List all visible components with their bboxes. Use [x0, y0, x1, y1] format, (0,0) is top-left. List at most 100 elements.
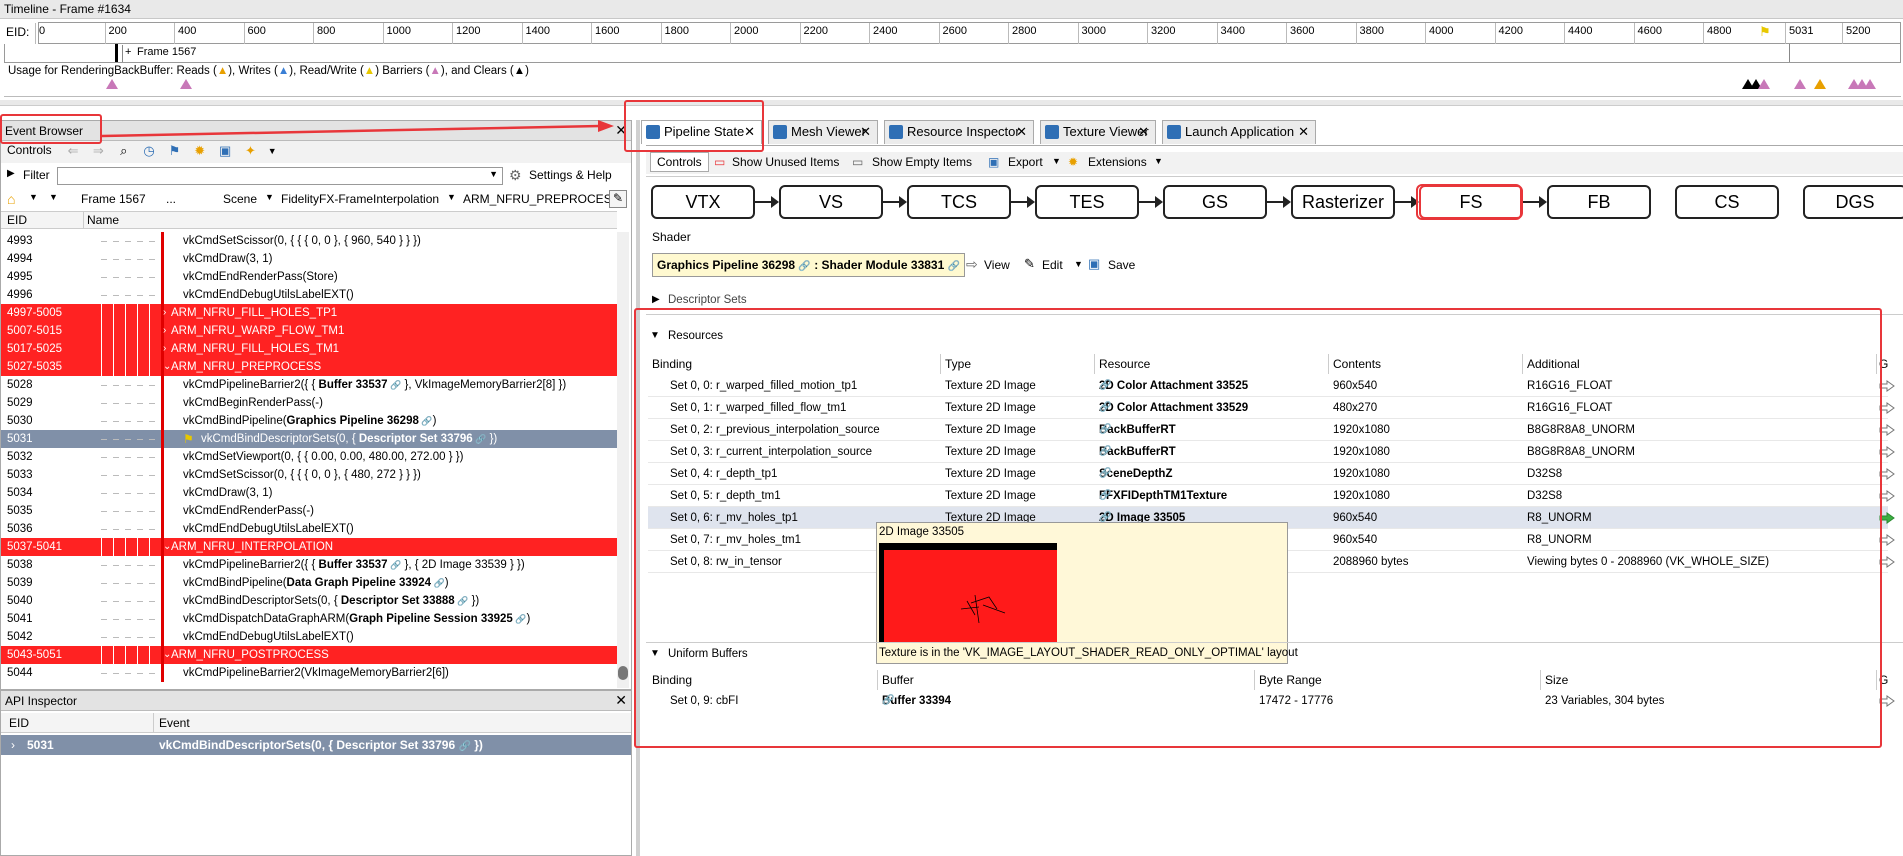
go-arrow-icon[interactable] — [1879, 402, 1895, 414]
uniform-buffers-label[interactable]: Uniform Buffers — [668, 648, 748, 660]
settings-gear-icon[interactable]: ✹ — [192, 143, 208, 159]
resource-row[interactable]: Set 0, 4: r_depth_tp1 Texture 2D Image Sce… — [648, 463, 1895, 485]
column-byte-range[interactable]: Byte Range — [1255, 670, 1541, 690]
column-additional[interactable]: Additional — [1523, 354, 1877, 374]
event-row[interactable]: 5039 vkCmdBindPipeline(Data Graph Pipelin… — [1, 574, 617, 592]
link-icon[interactable]: 🔗 — [431, 578, 445, 588]
event-row[interactable]: 5041 vkCmdDispatchDataGraphARM(Graph Pipe… — [1, 610, 617, 628]
tab-pipeline-state[interactable]: Pipeline State ✕ — [641, 120, 762, 144]
stage-fs[interactable]: FS — [1419, 185, 1523, 219]
close-icon[interactable]: ✕ — [744, 121, 755, 143]
close-icon[interactable]: ✕ — [615, 692, 627, 709]
column-contents[interactable]: Contents — [1329, 354, 1523, 374]
close-icon[interactable]: ✕ — [1016, 121, 1027, 143]
column-resource[interactable]: Resource — [1095, 354, 1329, 374]
resource-row[interactable]: Set 0, 1: r_warped_filled_flow_tm1 Textur… — [648, 397, 1895, 419]
event-row[interactable]: 5028 vkCmdPipelineBarrier2({ { Buffer 335… — [1, 376, 617, 394]
link-icon[interactable]: 🔗 — [1099, 485, 1111, 507]
chevron-down-icon[interactable]: ▼ — [49, 192, 58, 202]
column-type[interactable]: Type — [941, 354, 1095, 374]
expand-icon[interactable]: ▶ — [652, 294, 660, 305]
descriptor-sets-label[interactable]: Descriptor Sets — [668, 294, 747, 306]
expand-icon[interactable]: › — [11, 735, 15, 755]
event-row[interactable]: 5038 vkCmdPipelineBarrier2({ { Buffer 335… — [1, 556, 617, 574]
tab-launch-application[interactable]: Launch Application ✕ — [1162, 120, 1316, 144]
event-row[interactable]: 5042 vkCmdEndDebugUtilsLabelEXT() — [1, 628, 617, 646]
link-icon[interactable]: 🔗 — [948, 261, 960, 272]
link-icon[interactable]: 🔗 — [1099, 375, 1111, 397]
event-marker-row[interactable]: 5027-5035 ⌄ ARM_NFRU_PREPROCESS — [1, 358, 617, 376]
column-go[interactable]: Go — [1877, 670, 1888, 690]
column-size[interactable]: Size — [1541, 670, 1877, 690]
chevron-down-icon[interactable]: ▼ — [265, 192, 274, 202]
breadcrumb-current[interactable]: ARM_NFRU_PREPROCESS — [463, 192, 620, 206]
link-icon[interactable]: 🔗 — [388, 380, 401, 390]
chevron-down-icon[interactable]: ▼ — [447, 192, 456, 202]
show-unused-button[interactable]: Show Unused Items — [732, 155, 839, 169]
event-marker-row[interactable]: 5037-5041 ⌄ ARM_NFRU_INTERPOLATION — [1, 538, 617, 556]
link-icon[interactable]: 🔗 — [798, 261, 810, 272]
column-event[interactable]: Event — [159, 716, 190, 730]
close-icon[interactable]: ✕ — [860, 121, 871, 143]
edit-icon[interactable]: ✎ — [609, 190, 627, 208]
go-arrow-icon[interactable] — [1879, 446, 1895, 458]
link-icon[interactable]: 🔗 — [455, 596, 468, 606]
save-icon[interactable]: ▣ — [217, 143, 233, 159]
api-row[interactable]: › 5031 vkCmdBindDescriptorSets(0, { Desc… — [1, 735, 631, 755]
expand-icon[interactable]: ▶ — [7, 168, 15, 179]
collapse-icon[interactable]: ▼ — [650, 648, 660, 659]
settings-help-button[interactable]: Settings & Help — [529, 168, 612, 182]
current-event-flag-icon[interactable]: ⚑ — [1759, 24, 1771, 40]
chevron-down-icon[interactable]: ▼ — [1154, 156, 1163, 166]
stage-rasterizer[interactable]: Rasterizer — [1291, 185, 1395, 219]
save-button[interactable]: Save — [1108, 258, 1135, 272]
go-arrow-icon[interactable] — [1879, 556, 1895, 568]
splitter[interactable] — [636, 120, 640, 856]
expand-icon[interactable]: › — [163, 304, 166, 322]
event-row[interactable]: 4993 vkCmdSetScissor(0, { { { 0, 0 }, { 9… — [1, 232, 617, 250]
extensions-button[interactable]: Extensions — [1088, 155, 1147, 169]
go-arrow-icon[interactable] — [1879, 512, 1895, 524]
export-button[interactable]: Export — [1008, 155, 1043, 169]
breadcrumb-fidelity[interactable]: FidelityFX-FrameInterpolation — [281, 192, 439, 206]
stage-vs[interactable]: VS — [779, 185, 883, 219]
link-icon[interactable]: 🔗 — [513, 614, 526, 624]
link-icon[interactable]: 🔗 — [1099, 397, 1111, 419]
stage-gs[interactable]: GS — [1163, 185, 1267, 219]
shader-field[interactable]: Graphics Pipeline 36298 🔗 : Shader Modul… — [652, 253, 966, 277]
event-row[interactable]: 5035 vkCmdEndRenderPass(-) — [1, 502, 617, 520]
go-arrow-icon[interactable] — [1879, 468, 1895, 480]
event-row[interactable]: 4994 vkCmdDraw(3, 1) — [1, 250, 617, 268]
link-icon[interactable]: 🔗 — [473, 434, 486, 444]
event-row[interactable]: 5034 vkCmdDraw(3, 1) — [1, 484, 617, 502]
go-arrow-icon[interactable] — [1879, 380, 1895, 392]
column-eid[interactable]: EID — [7, 213, 27, 227]
scrollbar-thumb[interactable] — [618, 666, 628, 680]
stage-tes[interactable]: TES — [1035, 185, 1139, 219]
column-binding[interactable]: Binding — [648, 670, 878, 690]
event-row[interactable]: 5030 vkCmdBindPipeline(Graphics Pipeline … — [1, 412, 617, 430]
event-row[interactable]: 4996 vkCmdEndDebugUtilsLabelEXT() — [1, 286, 617, 304]
chevron-down-icon[interactable]: ▼ — [489, 169, 498, 179]
link-icon[interactable]: 🔗 — [1099, 419, 1111, 441]
bookmark-icon[interactable]: ⚑ — [166, 143, 182, 159]
home-icon[interactable]: ⌂ — [7, 191, 15, 207]
star-icon[interactable]: ✦ — [242, 143, 258, 159]
stage-tcs[interactable]: TCS — [907, 185, 1011, 219]
event-row[interactable]: 5044 vkCmdPipelineBarrier2(VkImageMemoryB… — [1, 664, 617, 682]
resource-row[interactable]: Set 0, 2: r_previous_interpolation_sourc… — [648, 419, 1895, 441]
event-row[interactable]: 5036 vkCmdEndDebugUtilsLabelEXT() — [1, 520, 617, 538]
resource-row[interactable]: Set 0, 5: r_depth_tm1 Texture 2D Image FFX… — [648, 485, 1895, 507]
column-go[interactable]: Go — [1877, 354, 1888, 374]
forward-arrow-icon[interactable]: ⇒ — [90, 143, 106, 159]
event-row[interactable]: 5029 vkCmdBeginRenderPass(-) — [1, 394, 617, 412]
event-marker-row[interactable]: 5007-5015 › ARM_NFRU_WARP_FLOW_TM1 — [1, 322, 617, 340]
timeline-ruler[interactable]: 0 200 400 600 800 1000 1200 1400 1600 1800 2000 220… — [35, 22, 1901, 44]
column-buffer[interactable]: Buffer — [878, 670, 1255, 690]
column-binding[interactable]: Binding — [648, 354, 941, 374]
breadcrumb-scene[interactable]: Scene — [223, 192, 257, 206]
column-eid[interactable]: EID — [9, 716, 29, 730]
event-scrollbar[interactable] — [617, 232, 629, 688]
go-arrow-icon[interactable] — [1879, 490, 1895, 502]
tab-texture-viewer[interactable]: Texture Viewer ✕ — [1040, 120, 1156, 144]
